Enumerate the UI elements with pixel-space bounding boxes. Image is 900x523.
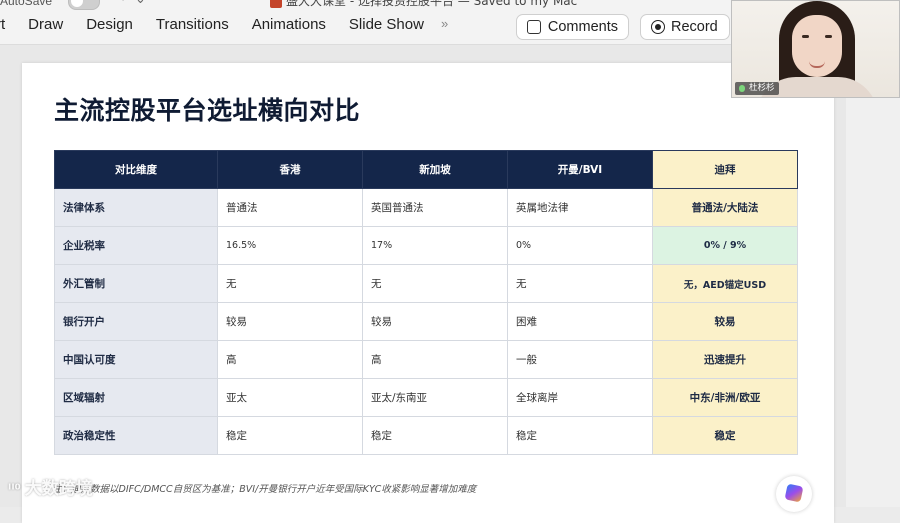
table-cell: 稳定 bbox=[217, 416, 363, 455]
presenter-eye bbox=[825, 35, 832, 38]
record-label: Record bbox=[671, 19, 718, 35]
table-cell: 普通法 bbox=[217, 188, 363, 227]
header-dimension: 对比维度 bbox=[54, 150, 218, 189]
dubai-cell: 普通法/大陆法 bbox=[652, 188, 798, 227]
header-dubai: 迪拜 bbox=[652, 150, 798, 189]
table-row: 法律体系 普通法 英国普通法 英属地法律 普通法/大陆法 bbox=[54, 188, 798, 227]
row-label: 中国认可度 bbox=[54, 340, 218, 379]
dubai-cell: 0% / 9% bbox=[652, 226, 798, 265]
tabs-overflow-icon[interactable]: » bbox=[441, 16, 448, 38]
row-label: 外汇管制 bbox=[54, 264, 218, 303]
table-cell: 高 bbox=[217, 340, 363, 379]
table-cell: 英属地法律 bbox=[507, 188, 653, 227]
table-row: 银行开户 较易 较易 困难 较易 bbox=[54, 302, 798, 341]
header-hong-kong: 香港 bbox=[217, 150, 363, 189]
watermark-text: 大数跨境 bbox=[24, 479, 93, 499]
right-scroll-area[interactable] bbox=[846, 45, 900, 507]
row-label: 区域辐射 bbox=[54, 378, 218, 417]
header-cayman-bvi: 开曼/BVI bbox=[507, 150, 653, 189]
header-singapore: 新加坡 bbox=[362, 150, 508, 189]
dubai-cell: 迅速提升 bbox=[652, 340, 798, 379]
table-cell: 亚太 bbox=[217, 378, 363, 417]
record-icon bbox=[651, 20, 665, 34]
dubai-cell: 较易 bbox=[652, 302, 798, 341]
document-title: 盛大大课堂 - 选择投资控股平台 — Saved to my Mac bbox=[270, 0, 577, 9]
ribbon-tabs: rt Draw Design Transitions Animations Sl… bbox=[0, 16, 469, 38]
tab-slide-show[interactable]: Slide Show bbox=[349, 16, 424, 38]
presenter-eye bbox=[802, 35, 809, 38]
table-cell: 较易 bbox=[362, 302, 508, 341]
logo-mark-icon: ᐦ⁰ bbox=[8, 482, 21, 498]
tab-insert[interactable]: rt bbox=[0, 16, 5, 38]
table-cell: 0% bbox=[507, 226, 653, 265]
table-cell: 无 bbox=[507, 264, 653, 303]
comments-label: Comments bbox=[547, 19, 618, 35]
row-label: 法律体系 bbox=[54, 188, 218, 227]
table-cell: 无 bbox=[362, 264, 508, 303]
table-row: 区域辐射 亚太 亚太/东南亚 全球离岸 中东/非洲/欧亚 bbox=[54, 378, 798, 417]
table-cell: 16.5% bbox=[217, 226, 363, 265]
document-title-text: 盛大大课堂 - 选择投资控股平台 — Saved to my Mac bbox=[286, 0, 578, 8]
table-row: 政治稳定性 稳定 稳定 稳定 稳定 bbox=[54, 416, 798, 455]
table-header-row: 对比维度 香港 新加坡 开曼/BVI 迪拜 bbox=[54, 150, 798, 189]
table-row: 企业税率 16.5% 17% 0% 0% / 9% bbox=[54, 226, 798, 265]
slide-title: 主流控股平台选址横向对比 bbox=[54, 96, 361, 125]
tab-transitions[interactable]: Transitions bbox=[156, 16, 229, 38]
tab-draw[interactable]: Draw bbox=[28, 16, 63, 38]
autosave-label: AutoSave bbox=[0, 0, 53, 8]
table-cell: 英国普通法 bbox=[362, 188, 508, 227]
powerpoint-icon bbox=[270, 0, 282, 8]
comments-button[interactable]: Comments bbox=[516, 14, 629, 40]
table-row: 中国认可度 高 高 一般 迅速提升 bbox=[54, 340, 798, 379]
table-cell: 高 bbox=[362, 340, 508, 379]
table-row: 外汇管制 无 无 无 无，AED锚定USD bbox=[54, 264, 798, 303]
table-cell: 稳定 bbox=[507, 416, 653, 455]
slide-footnote: 注：迪拜数据以DIFC/DMCC自贸区为基准；BVI/开曼银行开户近年受国际KY… bbox=[52, 484, 477, 495]
row-label: 企业税率 bbox=[54, 226, 218, 265]
dubai-cell: 稳定 bbox=[652, 416, 798, 455]
row-label: 政治稳定性 bbox=[54, 416, 218, 455]
autosave-toggle[interactable] bbox=[68, 0, 100, 10]
comment-icon bbox=[527, 20, 541, 34]
table-cell: 一般 bbox=[507, 340, 653, 379]
table-cell: 较易 bbox=[217, 302, 363, 341]
webcam-video: 杜杉杉 bbox=[731, 0, 900, 98]
table-cell: 全球离岸 bbox=[507, 378, 653, 417]
slide[interactable]: 主流控股平台选址横向对比 对比维度 香港 新加坡 开曼/BVI 迪拜 法律体系 … bbox=[22, 63, 834, 523]
tab-animations[interactable]: Animations bbox=[252, 16, 326, 38]
table-cell: 困难 bbox=[507, 302, 653, 341]
table-cell: 亚太/东南亚 bbox=[362, 378, 508, 417]
slide-canvas: 主流控股平台选址横向对比 对比维度 香港 新加坡 开曼/BVI 迪拜 法律体系 … bbox=[0, 45, 900, 523]
row-label: 银行开户 bbox=[54, 302, 218, 341]
table-cell: 稳定 bbox=[362, 416, 508, 455]
participant-name-tag: 杜杉杉 bbox=[735, 82, 779, 95]
watermark-logo: ᐦ⁰ 大数跨境 bbox=[8, 474, 93, 499]
copilot-icon bbox=[784, 483, 804, 503]
table-cell: 无 bbox=[217, 264, 363, 303]
dubai-cell: 无，AED锚定USD bbox=[652, 264, 798, 303]
tab-design[interactable]: Design bbox=[86, 16, 133, 38]
record-button[interactable]: Record bbox=[640, 14, 730, 40]
comparison-table: 对比维度 香港 新加坡 开曼/BVI 迪拜 法律体系 普通法 英国普通法 英属地… bbox=[54, 150, 798, 455]
quick-access-toolbar[interactable]: ↶ ⌄ bbox=[120, 0, 146, 7]
table-cell: 17% bbox=[362, 226, 508, 265]
dubai-cell: 中东/非洲/欧亚 bbox=[652, 378, 798, 417]
